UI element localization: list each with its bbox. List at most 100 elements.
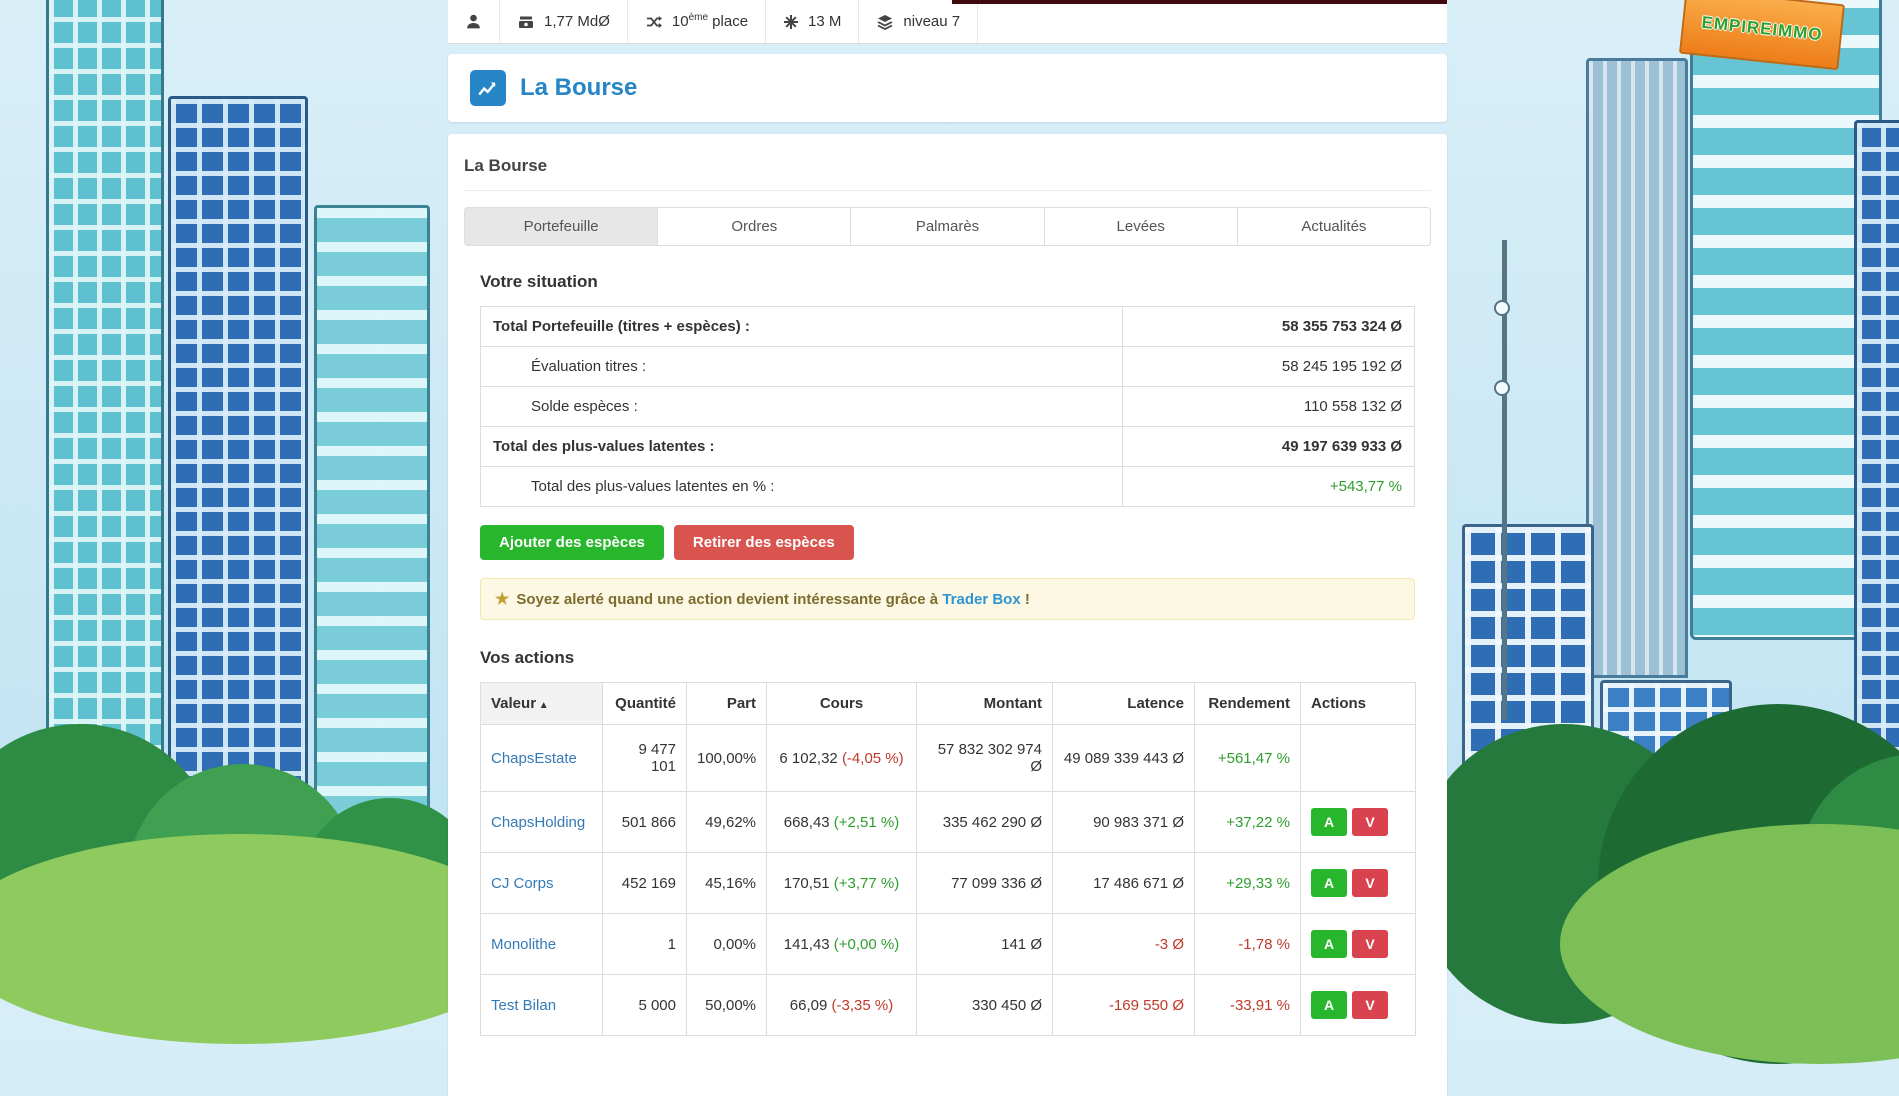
stock-quantity: 9 477 101 — [602, 724, 687, 792]
star-icon: ★ — [495, 591, 510, 608]
situation-heading: Votre situation — [480, 272, 598, 291]
rank-ordinal: ème — [688, 12, 709, 23]
stock-row: ChapsEstate 9 477 101 100,00% 6 102,32 (-4,… — [480, 724, 1416, 792]
stocks-col-actions[interactable]: Actions — [1300, 682, 1416, 725]
stocks-col-rendement[interactable]: Rendement — [1194, 682, 1301, 725]
level-value: niveau 7 — [903, 13, 961, 30]
level-item[interactable]: niveau 7 — [859, 0, 979, 43]
stock-part: 100,00% — [686, 724, 767, 792]
stock-price: 66,09 (-3,35 %) — [766, 974, 917, 1036]
stocks-col-part[interactable]: Part — [686, 682, 767, 725]
stock-link[interactable]: ChapsEstate — [491, 750, 577, 767]
sort-asc-icon: ▲ — [536, 700, 549, 711]
page-column: 1,77 MdØ 10ème place 13 M niveau 7 La Bo… — [448, 0, 1447, 1096]
rank-number: 10 — [671, 13, 689, 30]
alert-text-suffix: ! — [1020, 591, 1030, 608]
stock-actions-cell: AV — [1300, 852, 1416, 914]
stock-actions-cell: AV — [1300, 913, 1416, 975]
situation-label: Total des plus-values latentes en % : — [480, 466, 1123, 507]
stock-amount: 77 099 336 Ø — [916, 852, 1053, 914]
stock-yield: +29,33 % — [1194, 852, 1301, 914]
sell-button[interactable]: V — [1352, 869, 1388, 897]
stock-price: 141,43 (+0,00 %) — [766, 913, 917, 975]
stock-quantity: 1 — [602, 913, 687, 975]
sell-button[interactable]: V — [1352, 808, 1388, 836]
stocks-table-body: ChapsEstate 9 477 101 100,00% 6 102,32 (-4,… — [480, 724, 1416, 1036]
tab-actualités[interactable]: Actualités — [1236, 207, 1432, 246]
stocks-col-quantité[interactable]: Quantité — [602, 682, 687, 725]
stock-row: CJ Corps 452 169 45,16% 170,51 (+3,77 %) 77 … — [480, 852, 1416, 914]
tab-portefeuille[interactable]: Portefeuille — [464, 207, 659, 246]
buy-button[interactable]: A — [1311, 930, 1347, 958]
stock-name-cell: Monolithe — [480, 913, 603, 975]
situation-value: 49 197 639 933 Ø — [1122, 426, 1415, 467]
building — [46, 0, 164, 784]
add-cash-button[interactable]: Ajouter des espèces — [480, 525, 664, 560]
stock-yield: +37,22 % — [1194, 791, 1301, 853]
stocks-col-latence[interactable]: Latence — [1052, 682, 1195, 725]
money-item[interactable]: 1,77 MdØ — [500, 0, 628, 43]
layers-icon — [878, 14, 893, 30]
stock-row: Monolithe 1 0,00% 141,43 (+0,00 %) 141 Ø -3 Ø… — [480, 913, 1416, 975]
stock-link[interactable]: ChapsHolding — [491, 814, 585, 831]
tab-ordres[interactable]: Ordres — [657, 207, 852, 246]
price-variation: (+3,77 %) — [833, 874, 900, 892]
divider — [464, 190, 1431, 191]
stock-link[interactable]: Test Bilan — [491, 997, 556, 1014]
alert-text: Soyez alerté quand une action devient in… — [516, 591, 943, 608]
trader-box-link[interactable]: Trader Box — [942, 591, 1020, 608]
tab-content-portefeuille: Votre situation Total Portefeuille (titr… — [464, 246, 1431, 1036]
price-variation: (+0,00 %) — [833, 935, 900, 953]
buy-button[interactable]: A — [1311, 808, 1347, 836]
situation-value: +543,77 % — [1122, 466, 1415, 507]
stocks-col-cours[interactable]: Cours — [766, 682, 917, 725]
topbar: 1,77 MdØ 10ème place 13 M niveau 7 — [448, 0, 1447, 44]
profile-item[interactable] — [448, 0, 500, 43]
stocks-header-row: Valeur ▲ Quantité Part Cours Montant Latence R… — [480, 682, 1416, 725]
sell-button[interactable]: V — [1352, 991, 1388, 1019]
stock-amount: 335 462 290 Ø — [916, 791, 1053, 853]
buy-button[interactable]: A — [1311, 991, 1347, 1019]
situation-row: Solde espèces :110 558 132 Ø — [480, 386, 1415, 427]
situation-row: Total Portefeuille (titres + espèces) :5… — [480, 306, 1415, 347]
sell-button[interactable]: V — [1352, 930, 1388, 958]
stock-actions-cell: AV — [1300, 791, 1416, 853]
stock-price: 170,51 (+3,77 %) — [766, 852, 917, 914]
chart-line-icon — [470, 70, 506, 106]
stock-latency: 90 983 371 Ø — [1052, 791, 1195, 853]
stock-yield: +561,47 % — [1194, 724, 1301, 792]
stock-actions-cell — [1300, 724, 1416, 792]
withdraw-cash-button[interactable]: Retirer des espèces — [673, 525, 854, 560]
stock-yield: -33,91 % — [1194, 974, 1301, 1036]
stock-latency: -169 550 Ø — [1052, 974, 1195, 1036]
stock-link[interactable]: CJ Corps — [491, 875, 554, 892]
stocks-col-montant[interactable]: Montant — [916, 682, 1053, 725]
situation-value: 58 355 753 324 Ø — [1122, 306, 1415, 347]
top-accent-line — [952, 0, 1447, 4]
stock-quantity: 5 000 — [602, 974, 687, 1036]
rank-item[interactable]: 10ème place — [628, 0, 767, 43]
situation-table: Total Portefeuille (titres + espèces) :5… — [480, 306, 1415, 507]
buy-button[interactable]: A — [1311, 869, 1347, 897]
tab-palmarès[interactable]: Palmarès — [850, 207, 1045, 246]
price-variation: (+2,51 %) — [833, 813, 900, 831]
asterisk-icon — [784, 14, 799, 29]
lamp-icon — [1494, 380, 1510, 396]
situation-value: 58 245 195 192 Ø — [1122, 346, 1415, 387]
stocks-col-valeur[interactable]: Valeur ▲ — [480, 682, 603, 725]
stock-price: 6 102,32 (-4,05 %) — [766, 724, 917, 792]
situation-label: Total Portefeuille (titres + espèces) : — [480, 306, 1123, 347]
stock-part: 0,00% — [686, 913, 767, 975]
points-item[interactable]: 13 M — [766, 0, 860, 43]
rank-suffix: place — [708, 13, 749, 30]
user-icon — [467, 14, 480, 29]
situation-row: Total des plus-values latentes :49 197 6… — [480, 426, 1415, 467]
stock-part: 49,62% — [686, 791, 767, 853]
stock-link[interactable]: Monolithe — [491, 936, 556, 953]
price-variation: (-3,35 %) — [831, 996, 894, 1014]
stocks-table: Valeur ▲ Quantité Part Cours Montant Latence R… — [480, 682, 1416, 1036]
situation-label: Solde espèces : — [480, 386, 1123, 427]
page-title: La Bourse — [520, 74, 638, 101]
stock-latency: 49 089 339 443 Ø — [1052, 724, 1195, 792]
tab-levées[interactable]: Levées — [1043, 207, 1238, 246]
